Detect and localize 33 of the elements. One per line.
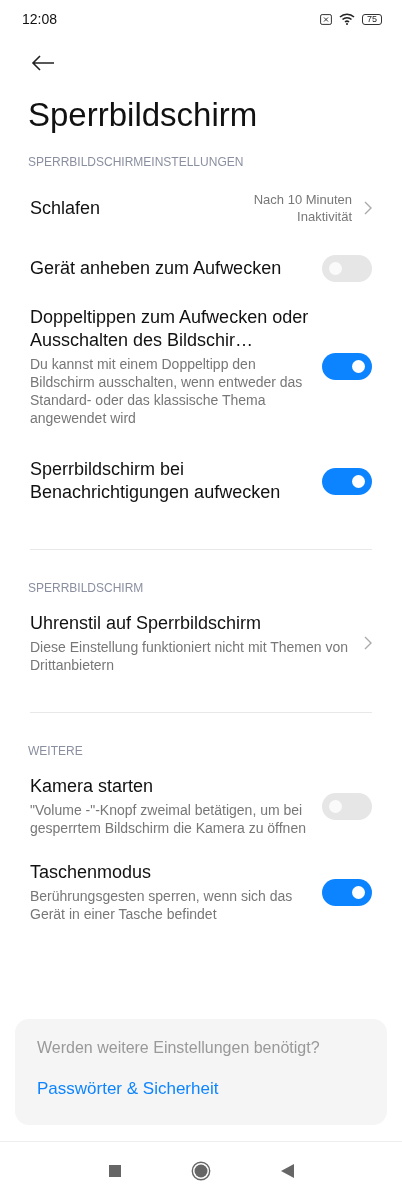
section-header: SPERRBILDSCHIRM <box>28 580 145 597</box>
setting-title: Doppeltippen zum Aufwecken oder Ausschalten des Bildschir… <box>30 306 310 352</box>
setting-title: Uhrenstil auf Sperrbildschirm <box>30 612 263 635</box>
battery-level: 75 <box>362 13 382 25</box>
back-arrow-icon <box>31 55 55 71</box>
wifi-icon <box>339 13 355 25</box>
security-link[interactable]: Passwörter & Sicherheit <box>37 1079 365 1099</box>
setting-title: Kamera starten <box>30 775 155 798</box>
toggle-switch[interactable] <box>322 353 372 380</box>
section-header: SPERRBILDSCHIRMEINSTELLUNGEN <box>28 154 245 171</box>
page-title: Sperrbildschirm <box>28 96 259 134</box>
setting-title: Sperrbildschirm bei Benachrichtigungen aufwecken <box>30 458 282 504</box>
setting-description: Berührungsgesten sperren, wenn sich das Gerät in einer Tasche befindet <box>30 887 294 923</box>
toggle-switch[interactable] <box>322 792 372 820</box>
toggle-switch[interactable] <box>322 254 372 282</box>
status-time: 12:08 <box>22 11 58 27</box>
suggestion-question: Werden weitere Einstellungen benötigt? <box>37 1039 321 1057</box>
toggle-switch[interactable] <box>322 878 372 906</box>
chevron-right-icon <box>364 201 372 215</box>
setting-description: "Volume -"-Knopf zweimal betätigen, um bei gesperrtem Bildschirm die Kamera zu öffnen <box>30 801 307 837</box>
section-header: WEITERE <box>28 743 84 760</box>
sim-card-icon <box>320 13 332 25</box>
home-button[interactable] <box>190 1161 211 1181</box>
chevron-right-icon <box>364 636 372 650</box>
setting-value: Nach 10 Minuten Inaktivität <box>252 191 352 225</box>
setting-description: Diese Einstellung funktioniert nicht mit Themen von Drittanbietern <box>30 638 349 674</box>
recents-button[interactable] <box>108 1165 121 1177</box>
setting-title: Taschenmodus <box>30 861 153 884</box>
setting-description: Du kannst mit einem Doppeltipp den Bildschirm ausschalten, wenn entweder das Standard- oder das klassische Thema angewendet wird <box>30 355 304 427</box>
toggle-switch[interactable] <box>322 467 372 495</box>
setting-title: Gerät anheben zum Aufwecken <box>30 256 283 280</box>
setting-title: Schlafen <box>30 196 102 220</box>
back-nav-button[interactable] <box>280 1164 294 1178</box>
